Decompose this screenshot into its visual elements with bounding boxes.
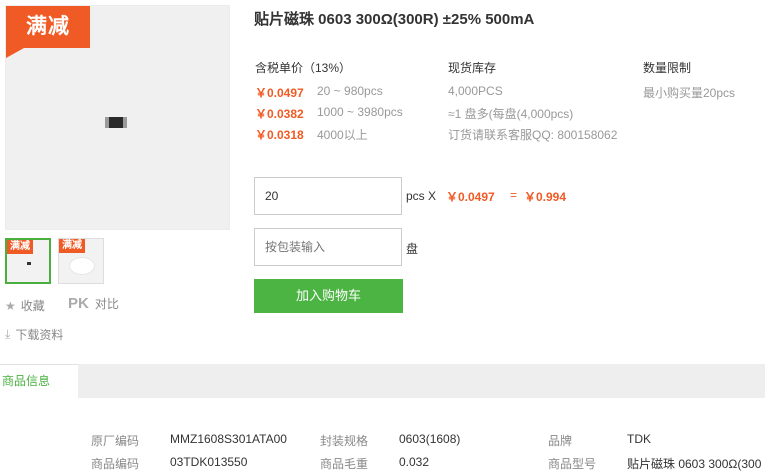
chip-image <box>105 117 127 128</box>
chip-thumb-image <box>27 262 31 265</box>
spec-label: 原厂编码 <box>91 434 140 448</box>
tier-range: 1000 ~ 3980pcs <box>317 105 403 119</box>
spec-value: 0.032 <box>399 455 430 469</box>
price-tier-row: ￥0.0382 1000 ~ 3980pcs <box>255 105 403 125</box>
spec-value: TDK <box>627 432 651 446</box>
equals-sign: = <box>510 188 518 202</box>
thumbnail-badge: 满减 <box>59 239 85 253</box>
reel-quantity-input[interactable] <box>254 228 402 266</box>
spec-value: MMZ1608S301ATA00 <box>170 432 287 446</box>
detail-tab-bar: 商品信息 <box>0 364 765 398</box>
spec-label: 商品型号 <box>548 457 597 471</box>
stock-reel: ≈1 盘多(每盘(4,000pcs) <box>448 107 574 121</box>
stock-quantity: 4,000PCS <box>448 84 503 98</box>
price-header: 含税单价（13%） <box>255 61 352 75</box>
tab-product-info[interactable]: 商品信息 <box>0 364 78 398</box>
tier-price: ￥0.0382 <box>255 107 304 121</box>
spec-value: 0603(1608) <box>399 432 461 446</box>
thumbnail-2[interactable]: 满减 <box>58 238 104 284</box>
favorite-action[interactable]: ★ 收藏 <box>5 297 45 314</box>
limit-header: 数量限制 <box>643 61 692 75</box>
product-main-image: 满减 <box>5 5 230 230</box>
spec-value: 03TDK013550 <box>170 455 248 469</box>
compare-label: 对比 <box>94 297 119 311</box>
tier-range: 20 ~ 980pcs <box>317 84 383 98</box>
spec-label: 品牌 <box>548 434 573 448</box>
quantity-input[interactable] <box>254 177 402 215</box>
download-label: 下载资料 <box>15 328 64 342</box>
limit-min: 最小购买量20pcs <box>643 86 736 100</box>
thumbnail-badge: 满减 <box>7 240 33 254</box>
reel-thumb-image <box>69 257 95 275</box>
tier-range: 4000以上 <box>317 128 368 142</box>
compare-action[interactable]: PK 对比 <box>68 295 119 312</box>
spec-label: 商品编码 <box>91 457 140 471</box>
total-price: ￥0.994 <box>524 190 567 204</box>
spec-label: 商品毛重 <box>320 457 369 471</box>
tier-price: ￥0.0497 <box>255 86 304 100</box>
star-icon: ★ <box>5 298 16 313</box>
reel-unit: 盘 <box>406 242 419 256</box>
download-action[interactable]: ⤓ 下载资料 <box>5 326 63 343</box>
pk-icon: PK <box>68 295 89 312</box>
add-to-cart-button[interactable]: 加入购物车 <box>254 279 403 313</box>
unit-price: ￥0.0497 <box>446 190 495 204</box>
quantity-unit: pcs X <box>406 189 437 203</box>
tier-price: ￥0.0318 <box>255 128 304 142</box>
product-title: 贴片磁珠 0603 300Ω(300R) ±25% 500mA <box>254 11 535 28</box>
promo-badge: 满减 <box>6 6 90 58</box>
price-tier-row: ￥0.0497 20 ~ 980pcs <box>255 84 383 104</box>
favorite-label: 收藏 <box>20 299 45 313</box>
stock-contact: 订货请联系客服QQ: 800158062 <box>448 128 618 142</box>
stock-header: 现货库存 <box>448 61 497 75</box>
spec-label: 封装规格 <box>320 434 369 448</box>
thumbnail-1[interactable]: 满减 <box>5 238 51 284</box>
download-icon: ⤓ <box>5 327 11 341</box>
price-tier-row: ￥0.0318 4000以上 <box>255 126 368 146</box>
spec-value: 贴片磁珠 0603 300Ω(300. <box>627 457 761 471</box>
